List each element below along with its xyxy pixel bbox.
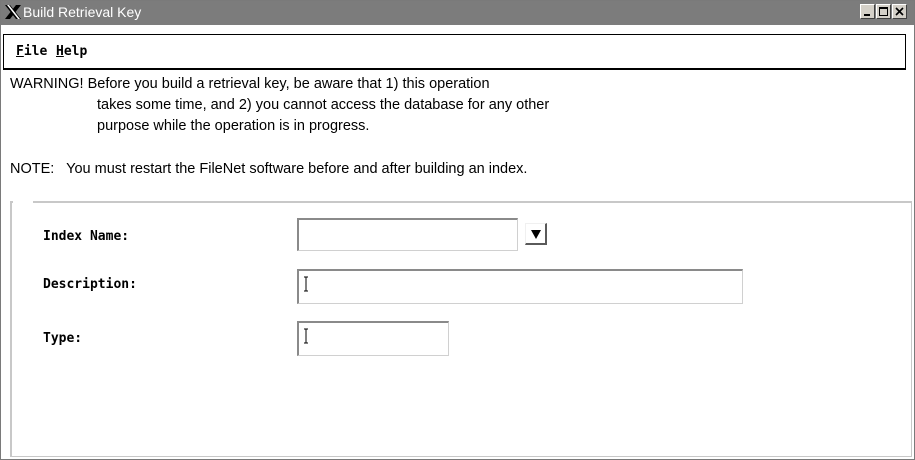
- menu-help[interactable]: Help: [56, 44, 87, 59]
- description-label: Description:: [43, 277, 137, 292]
- maximize-icon: [879, 7, 888, 16]
- warning-line-1: WARNING! Before you build a retrieval ke…: [10, 76, 490, 92]
- window-title: Build Retrieval Key: [23, 4, 142, 20]
- text-cursor-icon: [303, 276, 309, 297]
- index-name-label: Index Name:: [43, 229, 130, 244]
- index-name-dropdown-button[interactable]: [525, 223, 547, 245]
- triangle-down-icon: [531, 230, 541, 239]
- window-controls: [859, 4, 907, 19]
- minimize-button[interactable]: [860, 4, 875, 19]
- text-cursor-icon: [303, 328, 309, 349]
- close-button[interactable]: [892, 4, 907, 19]
- type-field[interactable]: [297, 321, 449, 356]
- maximize-button[interactable]: [876, 4, 891, 19]
- description-field[interactable]: [297, 269, 743, 304]
- type-label: Type:: [43, 331, 83, 346]
- warning-line-3: purpose while the operation is in progre…: [97, 118, 370, 134]
- note-text: NOTE: You must restart the FileNet softw…: [10, 161, 528, 177]
- build-retrieval-key-window: Build Retrieval Key File Help WARNING! B…: [0, 0, 915, 460]
- warning-line-2: takes some time, and 2) you cannot acces…: [97, 97, 550, 113]
- menu-file[interactable]: File: [16, 44, 47, 59]
- minimize-icon: [864, 14, 870, 16]
- index-name-field[interactable]: [297, 218, 518, 251]
- title-bar[interactable]: Build Retrieval Key: [1, 1, 914, 25]
- x-window-icon: [4, 4, 22, 20]
- menu-bar: File Help: [3, 34, 906, 70]
- close-icon: [895, 7, 904, 16]
